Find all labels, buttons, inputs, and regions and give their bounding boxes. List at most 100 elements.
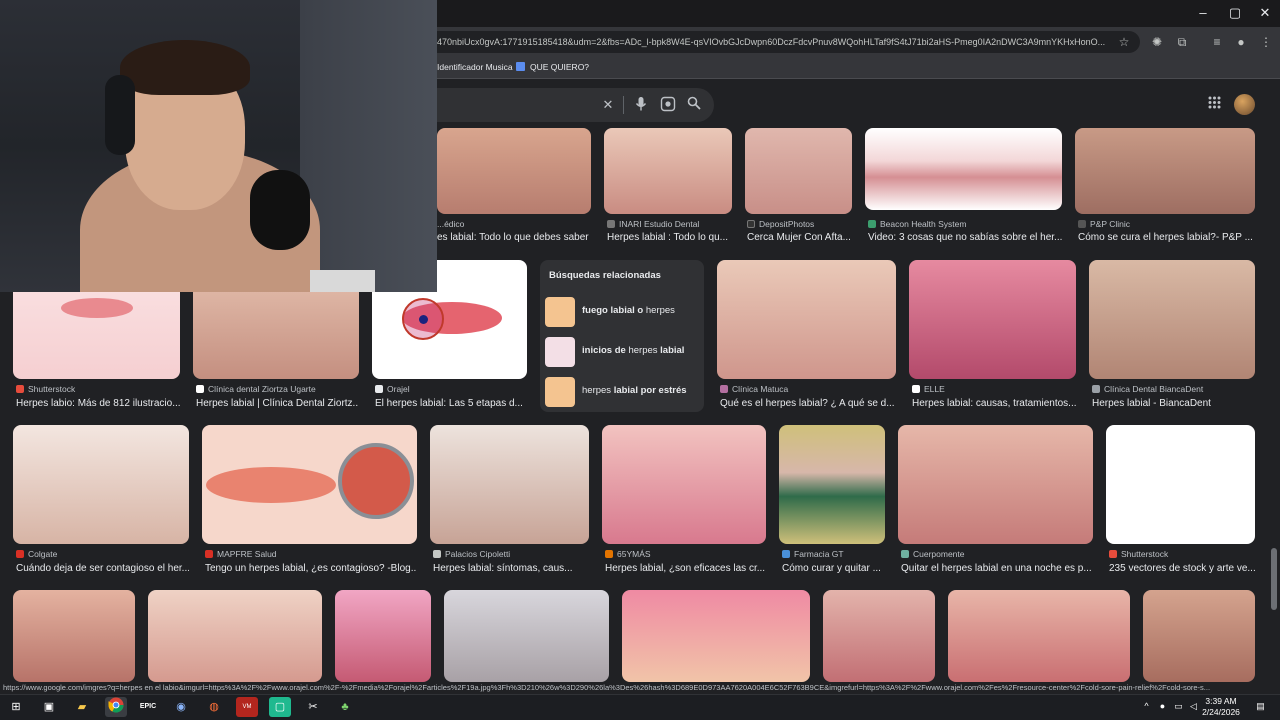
result-thumbnail[interactable] — [717, 260, 896, 379]
result-caption[interactable]: Herpes labio: Más de 812 ilustracio... — [16, 397, 180, 410]
google-apps-icon[interactable] — [1206, 96, 1222, 112]
result-source[interactable]: ELLE — [912, 384, 1076, 395]
result-thumbnail[interactable] — [948, 590, 1130, 682]
result-caption[interactable]: Herpes labial | Clínica Dental Ziortz... — [196, 397, 359, 410]
result-thumbnail[interactable] — [1089, 260, 1255, 379]
result-thumbnail[interactable] — [604, 128, 732, 214]
tray-chevron-icon[interactable]: ^ — [1140, 699, 1153, 713]
puzzle-extensions-icon[interactable]: ⧉ — [1173, 33, 1191, 51]
capcut-icon[interactable]: ✂ — [302, 697, 324, 717]
microphone-tray-icon[interactable]: ● — [1156, 699, 1169, 713]
result-caption[interactable]: Herpes labial: síntomas, caus... — [433, 562, 589, 575]
browser-icon[interactable]: ◍ — [203, 697, 225, 717]
search-icon[interactable] — [685, 96, 703, 114]
result-thumbnail[interactable] — [602, 425, 766, 544]
result-thumbnail[interactable] — [622, 590, 810, 682]
taskbar-clock[interactable]: 3:39 AM 2/24/2026 — [1198, 696, 1244, 718]
result-thumbnail[interactable] — [1106, 425, 1255, 544]
voicemeeter-icon[interactable]: VM — [236, 697, 258, 717]
result-source[interactable]: Cuerpomente — [901, 549, 1093, 560]
discord-icon[interactable]: ◉ — [170, 697, 192, 717]
result-thumbnail[interactable] — [823, 590, 935, 682]
lens-search-icon[interactable] — [659, 96, 677, 114]
bookmark-star-icon[interactable]: ☆ — [1115, 33, 1133, 51]
result-source[interactable]: Beacon Health System — [868, 219, 1062, 230]
address-bar-url[interactable]: 470nbiUcx0gvA:1771915185418&udm=2&fbs=AD… — [437, 35, 1109, 50]
result-source[interactable]: Clínica Dental BiancaDent — [1092, 384, 1255, 395]
result-thumbnail[interactable] — [865, 128, 1062, 210]
file-explorer-icon[interactable]: ▰ — [71, 697, 93, 717]
related-search-label[interactable]: fuego labial o herpes — [582, 305, 675, 316]
related-search-item[interactable]: fuego labial o herpes — [545, 296, 701, 328]
epic-games-icon[interactable]: EPIC — [137, 697, 159, 717]
result-source[interactable]: P&P Clinic — [1078, 219, 1255, 230]
android-app-icon[interactable]: ♣ — [334, 697, 356, 717]
result-caption[interactable]: Cómo se cura el herpes labial?- P&P ... — [1078, 231, 1255, 244]
related-search-item[interactable]: herpes labial por estrés — [545, 376, 701, 408]
account-avatar[interactable] — [1234, 94, 1255, 115]
result-thumbnail[interactable] — [202, 425, 417, 544]
result-thumbnail[interactable] — [779, 425, 885, 544]
result-source[interactable]: Shutterstock — [1109, 549, 1255, 560]
result-caption[interactable]: es labial: Todo lo que debes saber — [437, 231, 591, 244]
voice-search-icon[interactable] — [632, 96, 650, 114]
clear-search-icon[interactable]: ✕ — [599, 96, 617, 114]
result-thumbnail[interactable] — [745, 128, 852, 214]
bookmark-identificador-musica[interactable]: Identificador Musica — [437, 60, 513, 75]
result-source[interactable]: INARI Estudio Dental — [607, 219, 732, 230]
result-source[interactable]: Farmacia GT — [782, 549, 885, 560]
media-controls-icon[interactable]: ≡ — [1208, 33, 1226, 51]
result-caption[interactable]: Herpes labial, ¿son eficaces las cr... — [605, 562, 766, 575]
result-caption[interactable]: Cuándo deja de ser contagioso el her... — [16, 562, 189, 575]
chrome-taskbar-icon[interactable] — [105, 697, 127, 717]
result-thumbnail[interactable] — [444, 590, 609, 682]
result-caption[interactable]: 235 vectores de stock y arte ve... — [1109, 562, 1255, 575]
restore-button[interactable]: ▢ — [1218, 4, 1252, 22]
result-caption[interactable]: Herpes labial - BiancaDent — [1092, 397, 1255, 410]
bookmark-que-quiero[interactable]: QUE QUIERO? — [516, 60, 589, 75]
result-source[interactable]: MAPFRE Salud — [205, 549, 417, 560]
result-source[interactable]: 65YMÁS — [605, 549, 766, 560]
result-thumbnail[interactable] — [13, 590, 135, 682]
result-thumbnail[interactable] — [430, 425, 589, 544]
result-caption[interactable]: Tengo un herpes labial, ¿es contagioso? … — [205, 562, 417, 575]
result-thumbnail[interactable] — [898, 425, 1093, 544]
result-caption[interactable]: Herpes labial : Todo lo qu... — [607, 231, 732, 244]
result-thumbnail[interactable] — [13, 425, 189, 544]
notifications-icon[interactable]: ▤ — [1254, 699, 1267, 713]
start-menu-icon[interactable]: ⊞ — [5, 697, 27, 717]
result-caption[interactable]: Herpes labial: causas, tratamientos... — [912, 397, 1076, 410]
result-caption[interactable]: Cerca Mujer Con Afta... — [747, 231, 852, 244]
result-source[interactable]: Clínica Matuca — [720, 384, 896, 395]
related-search-label[interactable]: inicios de herpes labial — [582, 345, 684, 356]
result-thumbnail[interactable] — [335, 590, 431, 682]
laptop-tray-icon[interactable]: ▭ — [1172, 699, 1185, 713]
related-search-label[interactable]: herpes labial por estrés — [582, 385, 687, 396]
result-caption[interactable]: Qué es el herpes labial? ¿ A qué se d... — [720, 397, 896, 410]
result-caption[interactable]: El herpes labial: Las 5 etapas d... — [375, 397, 527, 410]
result-caption[interactable]: Cómo curar y quitar ... — [782, 562, 885, 575]
result-caption[interactable]: Quitar el herpes labial en una noche es … — [901, 562, 1093, 575]
result-source[interactable]: Clínica dental Ziortza Ugarte — [196, 384, 359, 395]
result-source[interactable]: Shutterstock — [16, 384, 180, 395]
related-search-item[interactable]: inicios de herpes labial — [545, 336, 701, 368]
result-thumbnail[interactable] — [148, 590, 322, 682]
result-source[interactable]: DepositPhotos — [747, 219, 852, 230]
extension-icon[interactable]: ✺ — [1148, 33, 1166, 51]
result-caption[interactable]: Video: 3 cosas que no sabías sobre el he… — [868, 231, 1062, 244]
result-thumbnail[interactable] — [1143, 590, 1255, 682]
menu-dots-icon[interactable]: ⋮ — [1257, 33, 1275, 51]
app-icon[interactable]: ▢ — [269, 697, 291, 717]
result-source[interactable]: ...édico — [437, 219, 591, 230]
result-thumbnail[interactable] — [437, 128, 591, 214]
result-source[interactable]: Palacios Cipoletti — [433, 549, 589, 560]
result-thumbnail[interactable] — [1075, 128, 1255, 214]
profile-icon[interactable]: ● — [1232, 33, 1250, 51]
minimize-button[interactable]: – — [1186, 4, 1220, 22]
result-source[interactable]: Colgate — [16, 549, 189, 560]
result-thumbnail[interactable] — [909, 260, 1076, 379]
result-source[interactable]: Orajel — [375, 384, 527, 395]
close-window-button[interactable]: ✕ — [1248, 4, 1280, 22]
task-view-icon[interactable]: ▣ — [38, 697, 60, 717]
scrollbar-thumb[interactable] — [1271, 548, 1277, 610]
